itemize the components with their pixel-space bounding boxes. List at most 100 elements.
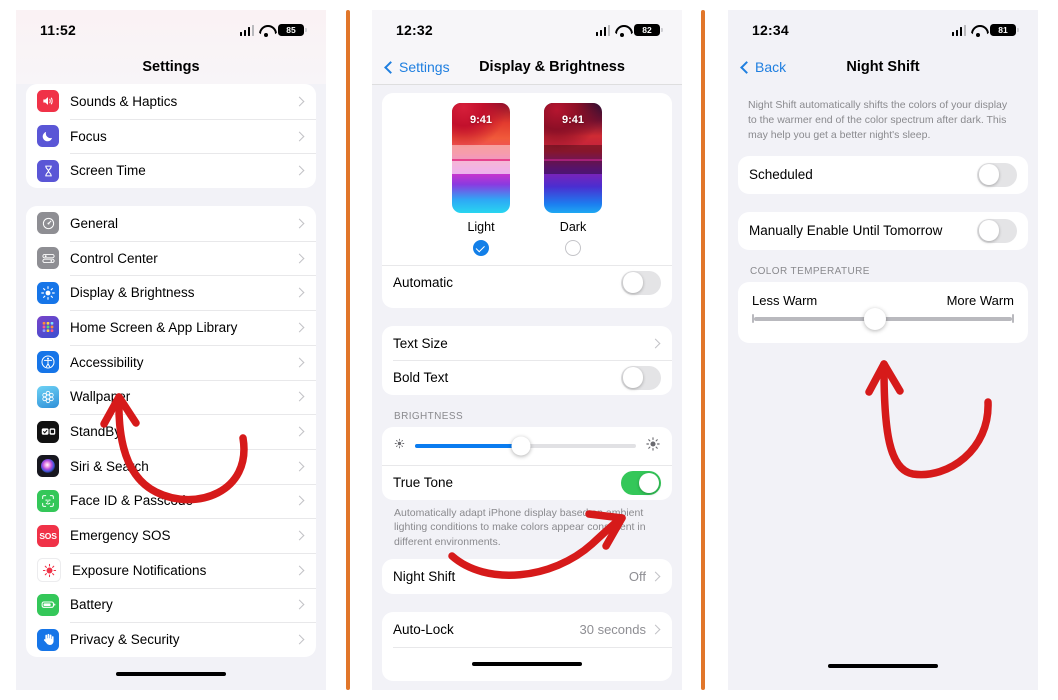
chevron-right-icon [294,600,305,610]
chevron-right-icon [650,624,661,635]
row-label: Siri & Search [70,458,149,474]
sidebar-item-wallpaper[interactable]: Wallpaper [26,379,316,415]
sidebar-item-home-screen[interactable]: Home Screen & App Library [26,310,316,345]
status-time: 12:34 [752,22,789,38]
color-temperature-track[interactable] [752,307,1014,330]
moon-icon [37,125,59,148]
scheduled-toggle[interactable] [977,162,1017,187]
brightness-knob[interactable] [511,436,531,456]
appearance-radio-light[interactable] [473,240,489,256]
settings-scroll-body[interactable]: Sounds & Haptics Focus Screen Time Gener… [16,84,326,690]
automatic-row[interactable]: Automatic [382,265,672,300]
chevron-right-icon [294,253,305,264]
gear-icon [37,212,59,235]
chevron-right-icon [294,322,305,333]
home-indicator [472,661,582,666]
flower-icon [37,385,59,408]
appearance-option-light[interactable]: 9:41 Light [452,103,510,256]
row-label: Privacy & Security [70,632,180,648]
appearance-option-dark[interactable]: 9:41 Dark [544,103,602,256]
sidebar-item-face-id-passcode[interactable]: Face ID & Passcode [26,483,316,519]
sidebar-item-accessibility[interactable]: Accessibility [26,344,316,380]
brightness-track[interactable] [415,436,636,456]
row-label: Accessibility [70,354,144,370]
sun-small-icon [393,437,406,455]
chevron-right-icon [650,338,661,348]
chevron-right-icon [294,461,305,472]
bold-text-toggle[interactable] [621,365,661,390]
phone-panel-settings: 11:52 85 Settings Sounds & Haptics Focus… [16,10,326,690]
sidebar-item-battery[interactable]: Battery [26,587,316,623]
back-button[interactable]: Settings [384,59,450,75]
faceid-icon [37,489,59,512]
display-scroll-body[interactable]: 9:41 Light 9:41 Dark Automatic Text Size… [372,85,682,690]
row-label: Focus [70,128,107,144]
true-tone-row[interactable]: True Tone [382,465,672,500]
night-shift-scroll-body[interactable]: Night Shift automatically shifts the col… [728,84,1038,690]
night-shift-row[interactable]: Night Shift Off [382,559,672,594]
row-label: Wallpaper [70,389,131,405]
text-group: Text Size Bold Text [382,325,672,396]
sos-icon: SOS [37,524,59,547]
chevron-right-icon [294,96,305,107]
true-tone-toggle[interactable] [621,470,661,495]
sun-large-icon [645,436,661,457]
battery-indicator: 81 [990,24,1019,36]
back-label: Settings [399,59,450,75]
color-temperature-knob[interactable] [864,307,887,330]
row-label: StandBy [70,424,122,440]
panel-divider-1 [346,10,350,690]
sidebar-item-emergency-sos[interactable]: SOS Emergency SOS [26,518,316,553]
manual-enable-row[interactable]: Manually Enable Until Tomorrow [738,212,1028,250]
app-grid-icon [37,316,59,339]
row-label: Auto-Lock [393,621,454,637]
scheduled-row[interactable]: Scheduled [738,156,1028,194]
status-indicators: 81 [951,24,1019,37]
speaker-icon [37,90,59,113]
sidebar-item-sounds-haptics[interactable]: Sounds & Haptics [26,84,316,119]
sidebar-item-siri-search[interactable]: Siri & Search [26,448,316,484]
auto-lock-row[interactable]: Auto-Lock 30 seconds [382,612,672,647]
chevron-right-icon [294,287,305,298]
manual-enable-toggle[interactable] [977,218,1017,243]
home-indicator [828,663,938,668]
sidebar-item-general[interactable]: General [26,206,316,241]
row-value: Off [628,569,646,585]
row-label: Display & Brightness [70,285,195,301]
brightness-slider-row[interactable] [382,427,672,465]
wifi-icon [259,25,273,37]
sidebar-item-display-brightness[interactable]: Display & Brightness [26,275,316,310]
appearance-card: 9:41 Light 9:41 Dark Automatic [382,93,672,308]
row-label: Exposure Notifications [72,562,207,578]
chevron-right-icon [294,426,305,437]
chevron-right-icon [650,571,661,582]
battery-icon [37,593,59,616]
true-tone-footnote: Automatically adapt iPhone display based… [394,506,646,548]
sidebar-item-exposure-notifications[interactable]: Exposure Notifications [26,552,316,588]
hand-icon [37,628,59,651]
row-label: Screen Time [70,163,146,179]
chevron-left-icon [740,60,753,74]
row-label: Scheduled [749,167,813,183]
sidebar-item-standby[interactable]: StandBy [26,414,316,449]
back-button[interactable]: Back [740,59,786,75]
sidebar-item-screen-time[interactable]: Screen Time [26,153,316,188]
chevron-left-icon [384,60,397,74]
cellular-signal-icon [951,24,966,36]
appearance-radio-dark[interactable] [565,240,581,256]
color-temperature-card: Less Warm More Warm [738,281,1028,343]
panel-divider-2 [701,10,705,690]
automatic-toggle[interactable] [621,270,661,295]
sidebar-item-control-center[interactable]: Control Center [26,240,316,276]
bold-text-row[interactable]: Bold Text [382,360,672,395]
settings-group-1: Sounds & Haptics Focus Screen Time [26,84,316,189]
cellular-signal-icon [595,24,610,36]
sidebar-item-privacy-security[interactable]: Privacy & Security [26,622,316,657]
row-label: Battery [70,597,113,613]
sliders-icon [37,247,59,270]
row-label: Control Center [70,250,158,266]
chevron-right-icon [294,131,305,141]
sidebar-item-focus[interactable]: Focus [26,118,316,154]
text-size-row[interactable]: Text Size [382,326,672,361]
